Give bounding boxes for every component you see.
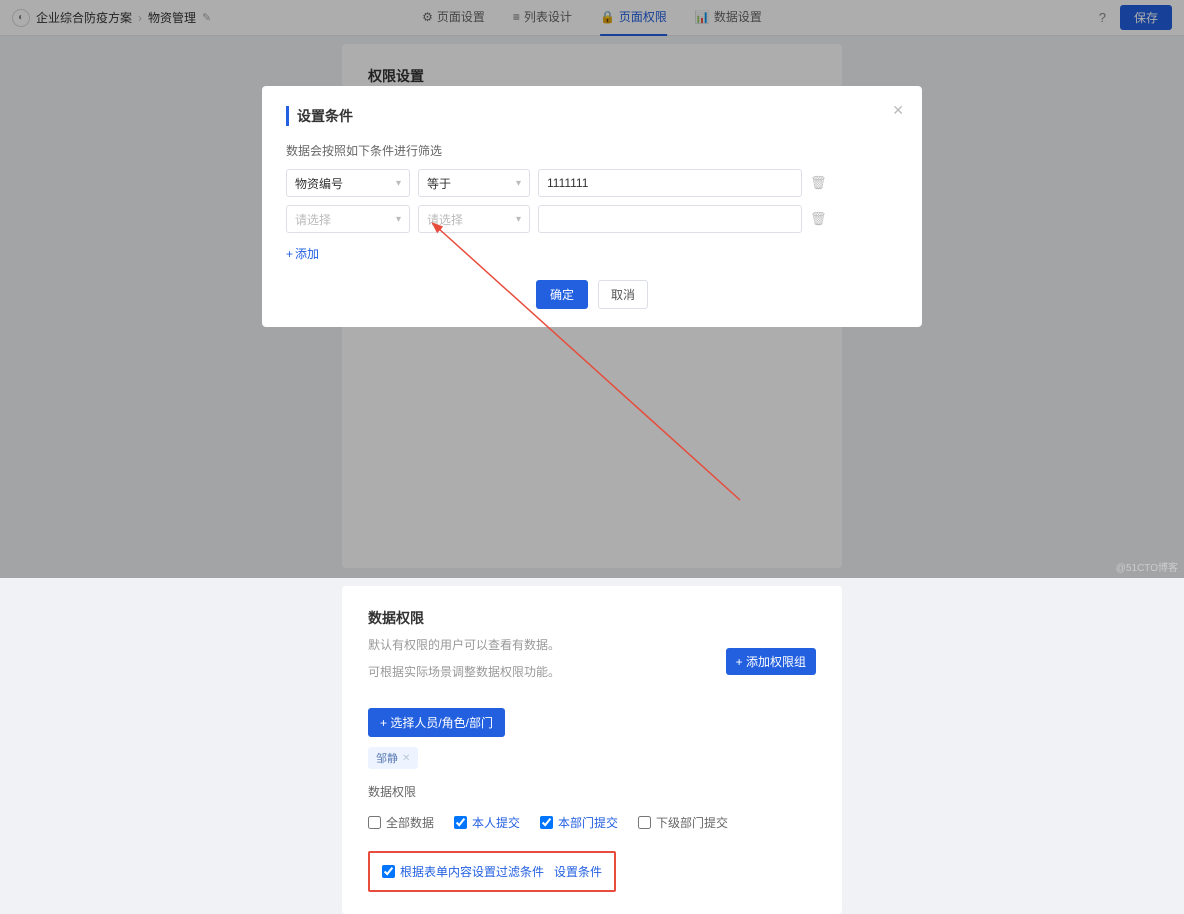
condition-row: 物资编号 ▾ 等于 ▾ 🗑	[286, 169, 898, 197]
trash-icon[interactable]: 🗑	[810, 211, 824, 227]
chevron-down-icon: ▾	[516, 214, 521, 225]
check-self[interactable]: 本人提交	[454, 814, 520, 831]
add-condition-link[interactable]: + 添加	[286, 245, 319, 262]
check-dept[interactable]: 本部门提交	[540, 814, 618, 831]
select-value: 等于	[427, 175, 451, 192]
check-label: 全部数据	[386, 814, 434, 831]
data-scope-row: 全部数据 本人提交 本部门提交 下级部门提交 根据表单内容设置过滤条件 设置条件	[368, 814, 816, 892]
chip-label: 邹静	[376, 750, 398, 766]
value-input[interactable]	[538, 169, 802, 197]
check-all-data[interactable]: 全部数据	[368, 814, 434, 831]
plus-icon: +	[286, 247, 293, 261]
close-icon[interactable]: ✕	[892, 102, 904, 119]
operator-select[interactable]: 请选择 ▾	[418, 205, 530, 233]
value-input[interactable]	[538, 205, 802, 233]
person-chip[interactable]: 邹静 ✕	[368, 747, 418, 769]
panel-desc: 默认有权限的用户可以查看有数据。	[368, 636, 560, 653]
watermark: @51CTO博客	[1116, 559, 1178, 574]
data-permission-panel: 数据权限 默认有权限的用户可以查看有数据。 可根据实际场景调整数据权限功能。 添…	[342, 586, 842, 914]
check-label: 下级部门提交	[656, 814, 728, 831]
set-condition-link[interactable]: 设置条件	[554, 863, 602, 880]
cancel-button[interactable]: 取消	[598, 280, 648, 309]
sub-label: 数据权限	[368, 783, 816, 800]
modal-overlay: ✕ 设置条件 数据会按照如下条件进行筛选 物资编号 ▾ 等于 ▾ 🗑 请选择 ▾…	[0, 0, 1184, 578]
condition-row: 请选择 ▾ 请选择 ▾ 🗑	[286, 205, 898, 233]
select-placeholder: 请选择	[427, 211, 463, 228]
field-select[interactable]: 请选择 ▾	[286, 205, 410, 233]
chevron-down-icon: ▾	[396, 178, 401, 189]
check-label: 本人提交	[472, 814, 520, 831]
add-permission-group-button[interactable]: 添加权限组	[726, 648, 816, 675]
modal-actions: 确定 取消	[286, 280, 898, 309]
panel-title: 数据权限	[368, 608, 560, 628]
check-sub-dept[interactable]: 下级部门提交	[638, 814, 728, 831]
select-value: 物资编号	[295, 175, 343, 192]
chevron-down-icon: ▾	[516, 178, 521, 189]
checkbox[interactable]	[382, 865, 395, 878]
close-icon[interactable]: ✕	[402, 753, 410, 764]
trash-icon[interactable]: 🗑	[810, 175, 824, 191]
check-label: 根据表单内容设置过滤条件	[400, 863, 544, 880]
panel-desc2: 可根据实际场景调整数据权限功能。	[368, 663, 560, 680]
modal-title: 设置条件	[286, 106, 898, 126]
checkbox[interactable]	[540, 816, 553, 829]
chevron-down-icon: ▾	[396, 214, 401, 225]
select-placeholder: 请选择	[295, 211, 331, 228]
condition-modal: ✕ 设置条件 数据会按照如下条件进行筛选 物资编号 ▾ 等于 ▾ 🗑 请选择 ▾…	[262, 86, 922, 327]
check-condition[interactable]: 根据表单内容设置过滤条件	[382, 863, 544, 880]
add-label: 添加	[295, 245, 319, 262]
ok-button[interactable]: 确定	[536, 280, 588, 309]
operator-select[interactable]: 等于 ▾	[418, 169, 530, 197]
field-select[interactable]: 物资编号 ▾	[286, 169, 410, 197]
select-people-button[interactable]: 选择人员/角色/部门	[368, 708, 505, 737]
check-label: 本部门提交	[558, 814, 618, 831]
checkbox[interactable]	[454, 816, 467, 829]
checkbox[interactable]	[638, 816, 651, 829]
modal-desc: 数据会按照如下条件进行筛选	[286, 142, 898, 159]
checkbox[interactable]	[368, 816, 381, 829]
condition-highlight: 根据表单内容设置过滤条件 设置条件	[368, 851, 616, 892]
